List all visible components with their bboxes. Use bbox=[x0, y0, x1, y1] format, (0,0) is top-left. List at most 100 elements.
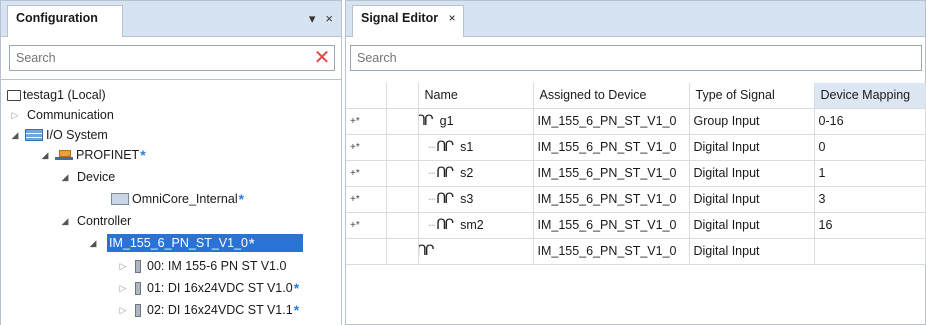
tree-item-io-system[interactable]: ◢ I/O System bbox=[9, 126, 108, 144]
signal-name: sm2 bbox=[460, 218, 484, 232]
signal-type-cell[interactable]: Digital Input bbox=[689, 134, 815, 161]
tree-connector: ┈ bbox=[428, 219, 436, 232]
signal-name-cell[interactable]: ┈ ՈՐ s2 bbox=[418, 160, 534, 187]
assigned-device-cell[interactable]: IM_155_6_PN_ST_V1_0 bbox=[533, 108, 690, 135]
tree-item-profinet[interactable]: ◢ PROFINET * bbox=[39, 146, 146, 164]
device-mapping-cell[interactable]: 1 bbox=[814, 160, 926, 187]
column-header-device-mapping[interactable]: Device Mapping bbox=[814, 83, 926, 109]
table-row[interactable]: +* ◢ ՈՈՐ g1 IM_155_6_PN_ST_V1_0 Group In… bbox=[346, 108, 926, 135]
assigned-device-cell[interactable]: IM_155_6_PN_ST_V1_0 bbox=[533, 238, 690, 265]
expand-arrow-icon[interactable]: ▷ bbox=[9, 110, 21, 121]
signal-type-cell[interactable]: Digital Input bbox=[689, 186, 815, 213]
tree-item-label: 02: DI 16x24VDC ST V1.1 bbox=[147, 303, 293, 317]
expand-arrow-icon[interactable]: ▷ bbox=[117, 305, 129, 316]
group-signal-icon: ՈՈՐ bbox=[418, 113, 434, 129]
close-panel-icon[interactable]: × bbox=[325, 11, 333, 27]
modified-asterisk-icon: * bbox=[293, 302, 300, 318]
table-row[interactable]: +* ┈ ՈՐ s1 IM_155_6_PN_ST_V1_0 Digital I… bbox=[346, 134, 926, 161]
assigned-device-cell[interactable]: IM_155_6_PN_ST_V1_0 bbox=[533, 134, 690, 161]
modified-asterisk-icon: * bbox=[238, 191, 245, 207]
column-header-assigned-device[interactable]: Assigned to Device bbox=[533, 83, 690, 109]
clear-search-icon[interactable]: ✕ bbox=[310, 48, 334, 68]
assigned-device-cell[interactable]: IM_155_6_PN_ST_V1_0 bbox=[533, 212, 690, 239]
add-signal-marker[interactable]: +* bbox=[346, 160, 387, 187]
tree-item-label: OmniCore_Internal bbox=[132, 192, 238, 206]
controller-device-icon bbox=[111, 193, 129, 205]
header-add-column bbox=[346, 83, 387, 109]
add-signal-marker[interactable]: +* bbox=[346, 134, 387, 161]
digital-signal-icon: ՈՐ bbox=[436, 139, 454, 155]
column-header-type-of-signal[interactable]: Type of Signal bbox=[689, 83, 815, 109]
header-expand-column bbox=[386, 83, 419, 109]
add-signal-marker[interactable]: +* bbox=[346, 108, 387, 135]
tree-item-label: Device bbox=[77, 170, 116, 184]
collapse-arrow-icon[interactable]: ◢ bbox=[59, 172, 71, 183]
tree-connector: ┈ bbox=[428, 167, 436, 180]
device-mapping-cell[interactable]: 0-16 bbox=[814, 108, 926, 135]
tree-item-label: 00: IM 155-6 PN ST V1.0 bbox=[147, 259, 287, 273]
table-row[interactable]: +* ┈ ՈՐ sm2 IM_155_6_PN_ST_V1_0 Digital … bbox=[346, 212, 926, 239]
tree-item-module[interactable]: ▷ 02: DI 16x24VDC ST V1.1 * bbox=[117, 301, 300, 319]
signal-name-cell[interactable]: ┈ ՈՐ sm2 bbox=[418, 212, 534, 239]
configuration-tabstrip: Configuration ▾ × bbox=[1, 1, 341, 37]
tree-item-label: IM_155_6_PN_ST_V1_0 bbox=[109, 236, 248, 250]
signal-type-cell[interactable]: Digital Input bbox=[689, 160, 815, 187]
tree-item-module[interactable]: ▷ 00: IM 155-6 PN ST V1.0 bbox=[117, 257, 287, 275]
signal-name: s3 bbox=[460, 192, 474, 206]
table-row[interactable]: +* ┈ ՈՐ s2 IM_155_6_PN_ST_V1_0 Digital I… bbox=[346, 160, 926, 187]
modified-asterisk-icon: * bbox=[248, 235, 255, 251]
table-header-row: Name Assigned to Device Type of Signal D… bbox=[346, 83, 926, 109]
close-tab-icon[interactable]: × bbox=[449, 11, 456, 25]
pin-dropdown-icon[interactable]: ▾ bbox=[309, 11, 316, 27]
selected-tree-node[interactable]: IM_155_6_PN_ST_V1_0 * bbox=[107, 234, 303, 252]
add-signal-marker[interactable]: +* bbox=[346, 186, 387, 213]
signal-name-cell[interactable]: ◢ ՈՈՐ g1 bbox=[418, 108, 534, 135]
tree-item-controller[interactable]: ◢ Controller bbox=[59, 212, 132, 230]
signal-search-input[interactable] bbox=[351, 46, 921, 70]
signal-editor-panel: Signal Editor × Name Assigned to Device bbox=[345, 0, 926, 325]
table-row[interactable]: +* ┈ ՈՐ s3 IM_155_6_PN_ST_V1_0 Digital I… bbox=[346, 186, 926, 213]
expand-arrow-icon[interactable]: ▷ bbox=[117, 283, 129, 294]
tab-configuration[interactable]: Configuration bbox=[7, 5, 123, 37]
module-icon bbox=[135, 303, 141, 317]
configuration-search-input[interactable] bbox=[10, 46, 310, 70]
add-signal-marker[interactable]: +* bbox=[346, 212, 387, 239]
tab-signal-editor-label: Signal Editor bbox=[361, 11, 439, 25]
signal-name-cell[interactable]: ՈՐ bbox=[418, 238, 534, 265]
signal-type-cell[interactable]: Group Input bbox=[689, 108, 815, 135]
tree-item-communication[interactable]: ▷ Communication bbox=[9, 106, 114, 124]
tree-item-module[interactable]: ▷ 01: DI 16x24VDC ST V1.0 * bbox=[117, 279, 300, 297]
signal-name: s2 bbox=[460, 166, 474, 180]
signal-type-cell[interactable]: Digital Input bbox=[689, 212, 815, 239]
signal-grid: Name Assigned to Device Type of Signal D… bbox=[346, 83, 926, 325]
modified-asterisk-icon: * bbox=[293, 280, 300, 296]
collapse-arrow-icon[interactable]: ◢ bbox=[87, 238, 99, 249]
assigned-device-cell[interactable]: IM_155_6_PN_ST_V1_0 bbox=[533, 160, 690, 187]
signal-name-cell[interactable]: ┈ ՈՐ s3 bbox=[418, 186, 534, 213]
tree-item-label: Controller bbox=[77, 214, 132, 228]
digital-signal-icon: ՈՐ bbox=[418, 243, 434, 259]
io-system-icon bbox=[25, 129, 43, 141]
tree-item-omnicore[interactable]: OmniCore_Internal * bbox=[111, 190, 244, 208]
tab-signal-editor[interactable]: Signal Editor × bbox=[352, 5, 464, 37]
device-mapping-cell[interactable] bbox=[814, 238, 926, 265]
table-row-new[interactable]: ՈՐ IM_155_6_PN_ST_V1_0 Digital Input bbox=[346, 238, 926, 265]
collapse-arrow-icon[interactable]: ◢ bbox=[59, 216, 71, 227]
signal-name: s1 bbox=[460, 140, 474, 154]
tree-item-im-device[interactable]: ◢ IM_155_6_PN_ST_V1_0 * bbox=[87, 234, 303, 252]
signal-name-cell[interactable]: ┈ ՈՐ s1 bbox=[418, 134, 534, 161]
device-mapping-cell[interactable]: 16 bbox=[814, 212, 926, 239]
digital-signal-icon: ՈՐ bbox=[436, 191, 454, 207]
expand-arrow-icon[interactable]: ▷ bbox=[117, 261, 129, 272]
assigned-device-cell[interactable]: IM_155_6_PN_ST_V1_0 bbox=[533, 186, 690, 213]
column-header-name[interactable]: Name bbox=[418, 83, 534, 109]
collapse-arrow-icon[interactable]: ◢ bbox=[39, 150, 51, 161]
device-mapping-cell[interactable]: 0 bbox=[814, 134, 926, 161]
tree-item-root[interactable]: testag1 (Local) bbox=[7, 86, 106, 104]
tree-item-device[interactable]: ◢ Device bbox=[59, 168, 116, 186]
collapse-arrow-icon[interactable]: ◢ bbox=[9, 130, 21, 141]
signal-type-cell[interactable]: Digital Input bbox=[689, 238, 815, 265]
configuration-tree: testag1 (Local) ▷ Communication ◢ I/O Sy… bbox=[1, 79, 341, 325]
modified-asterisk-icon: * bbox=[140, 147, 146, 163]
device-mapping-cell[interactable]: 3 bbox=[814, 186, 926, 213]
